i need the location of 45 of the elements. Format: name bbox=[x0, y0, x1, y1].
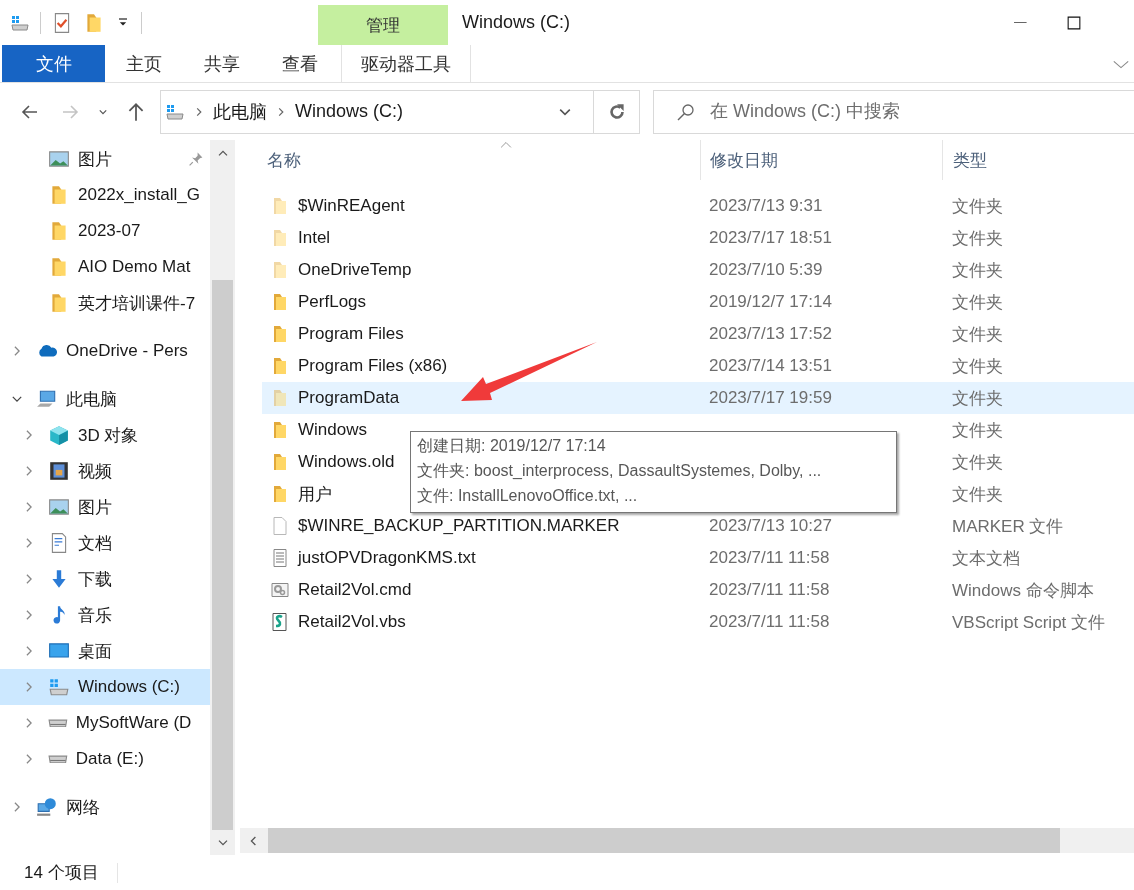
file-type: MARKER 文件 bbox=[952, 516, 1064, 536]
file-type: VBScript Script 文件 bbox=[952, 612, 1106, 632]
file-name: Program Files (x86) bbox=[298, 356, 448, 376]
modified-date: 2023/7/13 10:27 bbox=[709, 516, 832, 535]
modified-date: 2023/7/17 19:59 bbox=[709, 388, 832, 407]
file-type: 文件夹 bbox=[952, 292, 1003, 312]
file-type: 文件夹 bbox=[952, 324, 1003, 344]
modified-date: 2019/12/7 17:14 bbox=[709, 292, 832, 311]
modified-date: 2023/7/13 17:52 bbox=[709, 324, 832, 343]
tooltip-line: 文件: InstallLenovoOffice.txt, ... bbox=[417, 486, 639, 506]
modified-date: 2023/7/17 18:51 bbox=[709, 228, 832, 247]
file-name: Retail2Vol.cmd bbox=[298, 580, 412, 600]
file-name: $WinREAgent bbox=[298, 196, 405, 216]
file-type: 文件夹 bbox=[952, 484, 1003, 504]
file-name: $WINRE_BACKUP_PARTITION.MARKER bbox=[298, 516, 620, 536]
file-name: justOPVDragonKMS.txt bbox=[298, 548, 476, 568]
modified-date: 2023/7/14 13:51 bbox=[709, 356, 832, 375]
item-count: 14 个项目 bbox=[24, 862, 99, 884]
modified-date: 2023/7/13 9:31 bbox=[709, 196, 823, 215]
file-type: 文件夹 bbox=[952, 388, 1003, 408]
file-type: Windows 命令脚本 bbox=[952, 580, 1094, 600]
file-type: 文件夹 bbox=[952, 452, 1003, 472]
file-name: Program Files bbox=[298, 324, 404, 344]
file-name: Windows.old bbox=[298, 452, 395, 472]
file-type: 文件夹 bbox=[952, 356, 1003, 376]
file-name: Intel bbox=[298, 228, 331, 248]
modified-date: 2023/7/11 11:58 bbox=[709, 612, 830, 631]
file-name: OneDriveTemp bbox=[298, 260, 412, 280]
file-name: ProgramData bbox=[298, 388, 400, 408]
file-name: PerfLogs bbox=[298, 292, 367, 312]
file-type: 文件夹 bbox=[952, 228, 1003, 248]
context-tab-group: 管理 bbox=[318, 5, 448, 45]
file-name: Windows bbox=[298, 420, 367, 440]
window-title: Windows (C:) bbox=[461, 12, 570, 33]
file-type: 文本文档 bbox=[952, 548, 1020, 568]
tooltip-line: 文件夹: boost_interprocess, DassaultSystemes, Dolby, ... bbox=[417, 461, 823, 481]
modified-date: 2023/7/11 11:58 bbox=[709, 548, 830, 567]
modified-date: 2023/7/10 5:39 bbox=[709, 260, 823, 279]
modified-date: 2023/7/11 11:58 bbox=[709, 580, 830, 599]
file-type: 文件夹 bbox=[952, 196, 1003, 216]
file-type: 文件夹 bbox=[952, 420, 1003, 440]
file-type: 文件夹 bbox=[952, 260, 1003, 280]
file-name: Retail2Vol.vbs bbox=[298, 612, 406, 632]
tooltip-line: 创建日期: 2019/12/7 17:14 bbox=[417, 436, 607, 456]
file-name: 用户 bbox=[298, 483, 332, 506]
